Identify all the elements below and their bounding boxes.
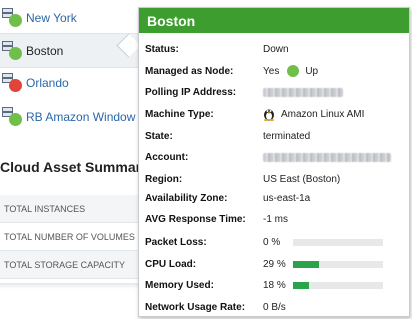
detail-row-packet-loss: Packet Loss: 0 % xyxy=(145,233,403,251)
detail-row-status: Status: Down xyxy=(145,40,403,58)
node-label[interactable]: Orlando xyxy=(26,76,69,90)
status-up-icon xyxy=(287,65,300,77)
popup-title: Boston xyxy=(139,8,409,33)
detail-row-machine-type: Machine Type: Amazon Linux AMI xyxy=(145,105,403,123)
detail-row-avg-response: AVG Response Time: -1 ms xyxy=(145,210,403,228)
account-value xyxy=(263,152,391,162)
network-usage-value: 0 B/s xyxy=(263,301,286,313)
server-status-icon xyxy=(2,72,24,94)
detail-row-availability-zone: Availability Zone: us-east-1a xyxy=(145,189,403,207)
detail-label: Region: xyxy=(145,173,183,185)
detail-row-network-usage: Network Usage Rate: 0 B/s xyxy=(145,298,403,316)
detail-row-managed: Managed as Node: Yes Up xyxy=(145,62,403,80)
cpu-load-bar xyxy=(293,260,383,268)
summary-row-total-storage: TOTAL STORAGE CAPACITY xyxy=(0,251,140,279)
node-details-popup: Boston Status: Down Managed as Node: Yes… xyxy=(138,7,410,317)
machine-type-value-group: Amazon Linux AMI xyxy=(263,107,364,121)
detail-row-account: Account: xyxy=(145,148,403,166)
detail-label: Account: xyxy=(145,151,189,163)
detail-row-cpu-load: CPU Load: 29 % xyxy=(145,255,403,273)
summary-divider xyxy=(0,283,140,289)
status-up-dot xyxy=(9,13,22,27)
memory-used-value-group: 18 % xyxy=(263,280,383,291)
node-label[interactable]: New York xyxy=(26,11,77,25)
avg-response-value: -1 ms xyxy=(263,213,288,225)
detail-row-state: State: terminated xyxy=(145,127,403,145)
status-down-dot xyxy=(9,78,22,92)
cloud-asset-summary-table: TOTAL INSTANCES TOTAL NUMBER OF VOLUMES … xyxy=(0,195,140,279)
summary-row-total-instances: TOTAL INSTANCES xyxy=(0,195,140,223)
packet-loss-bar xyxy=(293,238,383,246)
detail-label: Polling IP Address: xyxy=(145,86,237,98)
packet-loss-value-group: 0 % xyxy=(263,237,383,248)
detail-label: Network Usage Rate: xyxy=(145,301,246,313)
state-value: terminated xyxy=(263,130,311,142)
redacted-text xyxy=(263,152,391,162)
managed-value-group: Yes Up xyxy=(263,65,318,77)
detail-label: Availability Zone: xyxy=(145,192,228,204)
node-item-rb-amazon-window[interactable]: RB Amazon Window xyxy=(0,100,140,133)
detail-row-polling-ip: Polling IP Address: xyxy=(145,83,403,101)
server-status-icon xyxy=(2,7,24,29)
detail-row-memory-used: Memory Used: 18 % xyxy=(145,276,403,294)
detail-row-region: Region: US East (Boston) xyxy=(145,170,403,188)
detail-label: State: xyxy=(145,130,173,142)
summary-row-total-volumes: TOTAL NUMBER OF VOLUMES xyxy=(0,223,140,251)
status-up-dot xyxy=(9,112,22,126)
node-item-boston[interactable]: Boston xyxy=(0,33,140,68)
memory-used-value: 18 % xyxy=(263,279,286,291)
server-status-icon xyxy=(2,40,24,62)
detail-label: CPU Load: xyxy=(145,258,197,270)
node-label[interactable]: RB Amazon Window xyxy=(26,110,135,124)
status-up-dot xyxy=(9,46,22,60)
cpu-load-value: 29 % xyxy=(263,258,286,270)
availability-zone-value: us-east-1a xyxy=(263,192,311,204)
detail-label: Machine Type: xyxy=(145,108,214,120)
memory-used-bar-fill xyxy=(293,281,310,289)
detail-label: Status: xyxy=(145,43,179,55)
cloud-asset-summary-title: Cloud Asset Summary xyxy=(0,159,149,175)
redacted-text xyxy=(263,87,343,97)
node-label[interactable]: Boston xyxy=(26,44,63,58)
detail-label: Packet Loss: xyxy=(145,236,207,248)
region-value: US East (Boston) xyxy=(263,173,341,185)
detail-label: AVG Response Time: xyxy=(145,213,246,225)
packet-loss-value: 0 % xyxy=(263,236,281,248)
detail-label: Memory Used: xyxy=(145,279,214,291)
node-item-orlando[interactable]: Orlando xyxy=(0,66,140,99)
managed-status-value: Up xyxy=(305,65,319,77)
cpu-load-bar-fill xyxy=(293,260,320,268)
machine-type-value: Amazon Linux AMI xyxy=(281,108,365,120)
node-item-new-york[interactable]: New York xyxy=(0,1,140,34)
cpu-load-value-group: 29 % xyxy=(263,259,383,270)
server-status-icon xyxy=(2,106,24,128)
detail-label: Managed as Node: xyxy=(145,65,234,77)
polling-ip-value xyxy=(263,87,343,97)
status-value: Down xyxy=(263,43,289,55)
managed-value: Yes xyxy=(263,65,280,77)
memory-used-bar xyxy=(293,281,383,289)
linux-penguin-icon xyxy=(264,109,274,121)
